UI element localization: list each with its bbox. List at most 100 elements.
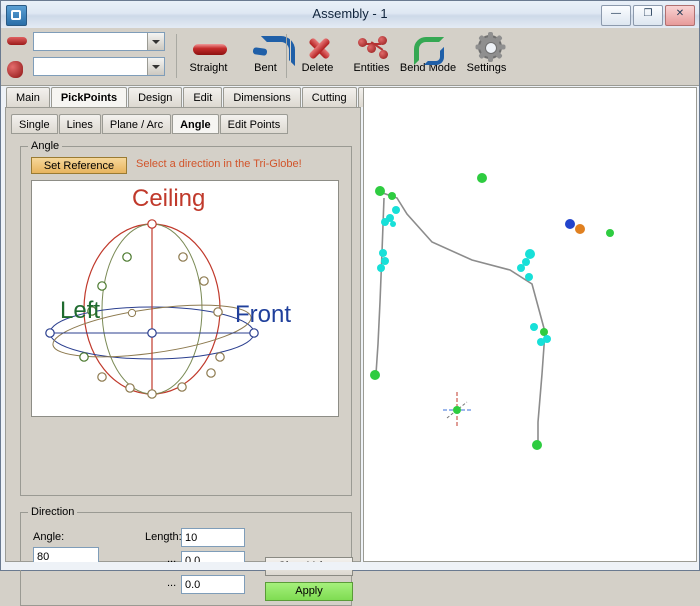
pick-point-node[interactable] <box>388 192 396 200</box>
entities-button[interactable]: Entities <box>344 31 399 82</box>
chevron-down-icon[interactable] <box>147 33 164 50</box>
row3-label: ... <box>167 577 177 589</box>
bend-mode-button[interactable]: Bend Mode <box>397 31 459 82</box>
tab-edit[interactable]: Edit <box>183 87 223 107</box>
delete-button-label: Delete <box>301 62 334 74</box>
subtab-lines[interactable]: Lines <box>58 114 101 134</box>
pick-point-node[interactable] <box>477 173 487 183</box>
delete-button[interactable]: Delete <box>290 31 345 82</box>
minimize-icon: — <box>611 8 621 19</box>
toolbar-combo-group <box>33 32 165 82</box>
bent-tube-mini-icon <box>7 61 27 79</box>
tab-dimensions[interactable]: Dimensions <box>223 87 301 107</box>
origin-node[interactable] <box>453 406 461 414</box>
direction-group-box: Direction Angle: 80 Length: 10 ... 0.0 .… <box>20 506 353 606</box>
subtab-edit-points-label: Edit Points <box>227 119 281 131</box>
tab-edit-label: Edit <box>193 92 213 104</box>
row3-input-value: 0.0 <box>185 579 201 591</box>
pick-point-node[interactable] <box>606 229 614 237</box>
status-bar <box>1 562 699 570</box>
minimize-button[interactable]: — <box>601 5 631 26</box>
straight-tube-mini-icon <box>7 33 27 49</box>
tab-design[interactable]: Design <box>128 87 183 107</box>
bent-button[interactable]: Bent <box>238 31 295 82</box>
pick-point-node[interactable] <box>517 264 525 272</box>
pick-point-node[interactable] <box>540 328 548 336</box>
entities-button-label: Entities <box>353 62 390 74</box>
toolbar-divider <box>286 34 287 78</box>
tab-dimensions-label: Dimensions <box>233 92 291 104</box>
pick-point-node[interactable] <box>370 370 380 380</box>
close-button[interactable]: ✕ <box>665 5 695 26</box>
tab-cutting[interactable]: Cutting <box>301 87 357 107</box>
tube-centerlines <box>375 191 546 444</box>
pick-point-node[interactable] <box>530 323 538 331</box>
entities-nodes-icon <box>345 32 398 62</box>
angle-group-box: Angle Set Reference Select a direction i… <box>20 140 352 496</box>
title-bar: Assembly - 1 — ❐ ✕ <box>1 1 699 29</box>
straight-button-label: Straight <box>189 62 228 74</box>
tab-cutting-label: Cutting <box>311 92 347 104</box>
set-reference-label: Set Reference <box>43 160 115 172</box>
tab-pickpoints[interactable]: PickPoints <box>50 87 128 107</box>
toolbar-mini-icons <box>7 33 29 81</box>
3d-tube-view[interactable] <box>363 87 697 562</box>
apply-button[interactable]: Apply <box>265 582 353 601</box>
bend-mode-icon <box>398 32 458 65</box>
tab-main[interactable]: Main <box>6 87 50 107</box>
subtab-angle-label: Angle <box>180 119 211 131</box>
tab-design-label: Design <box>138 92 173 104</box>
toolbar-divider <box>176 34 177 78</box>
direction-group-legend: Direction <box>28 506 78 518</box>
set-reference-button[interactable]: Set Reference <box>31 157 127 174</box>
length-field-label: Length: <box>145 531 182 543</box>
pick-point-node[interactable] <box>390 221 396 227</box>
angle-group-legend: Angle <box>28 140 63 152</box>
subtab-single-label: Single <box>19 119 50 131</box>
subtab-angle[interactable]: Angle <box>172 114 219 134</box>
row3-input[interactable]: 0.0 <box>181 575 245 594</box>
pickpoints-sub-tab-strip: Single Lines Plane / Arc Angle Edit Poin… <box>11 114 289 135</box>
length-input[interactable]: 10 <box>181 528 245 547</box>
globe-label-left: Left <box>60 297 101 324</box>
pickpoints-panel: Single Lines Plane / Arc Angle Edit Poin… <box>5 107 361 606</box>
pick-point-node[interactable] <box>525 273 533 281</box>
angle-field-label: Angle: <box>33 531 65 543</box>
origin-crosshair <box>443 392 471 428</box>
subtab-single[interactable]: Single <box>11 114 58 134</box>
subtab-plane-arc[interactable]: Plane / Arc <box>101 114 172 134</box>
tab-pickpoints-label: PickPoints <box>60 92 118 104</box>
globe-label-ceiling: Ceiling <box>132 185 206 212</box>
pick-point-node[interactable] <box>532 440 542 450</box>
pick-point-node[interactable] <box>525 249 535 259</box>
application-window: Assembly - 1 — ❐ ✕ Straight Bent Delete … <box>0 0 700 606</box>
tri-globe-widget[interactable]: Ceiling Left Front <box>31 180 339 417</box>
maximize-button[interactable]: ❐ <box>633 5 663 26</box>
apply-label: Apply <box>295 585 323 597</box>
straight-button[interactable]: Straight <box>181 31 236 82</box>
pick-point-node[interactable] <box>375 186 385 196</box>
window-controls: — ❐ ✕ <box>601 5 695 26</box>
pick-point-node[interactable] <box>537 338 545 346</box>
pick-point-node[interactable] <box>381 218 389 226</box>
pick-point-node[interactable] <box>565 219 575 229</box>
red-x-icon <box>291 32 344 62</box>
settings-button[interactable]: Settings <box>459 31 514 82</box>
tube-type-combo[interactable] <box>33 32 165 51</box>
subtab-edit-points[interactable]: Edit Points <box>219 114 289 134</box>
tube-size-combo[interactable] <box>33 57 165 76</box>
straight-tube-icon <box>182 32 235 62</box>
3d-tube-svg[interactable] <box>364 88 696 561</box>
pick-point-node[interactable] <box>392 206 400 214</box>
pick-point-node[interactable] <box>377 264 385 272</box>
gear-icon <box>460 32 513 62</box>
maximize-icon: ❐ <box>643 8 653 19</box>
window-title: Assembly - 1 <box>312 6 388 21</box>
pick-point-node[interactable] <box>575 224 585 234</box>
close-icon: ✕ <box>675 8 685 19</box>
pick-point-node[interactable] <box>381 257 389 265</box>
subtab-lines-label: Lines <box>66 119 93 131</box>
tab-main-label: Main <box>16 92 40 104</box>
pick-point-node[interactable] <box>379 249 387 257</box>
chevron-down-icon[interactable] <box>147 58 164 75</box>
